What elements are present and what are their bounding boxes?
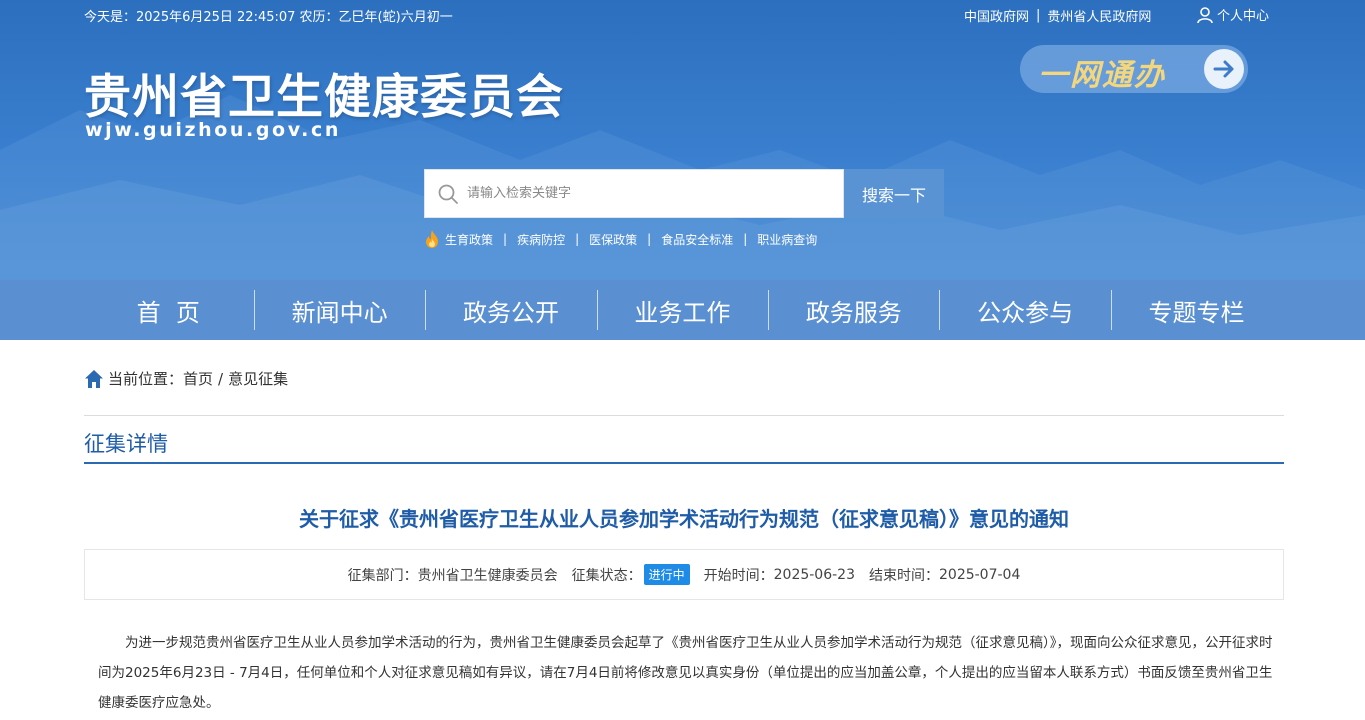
breadcrumb-home[interactable]: 首页: [183, 368, 213, 389]
status-badge: 进行中: [643, 564, 690, 585]
user-icon: [1197, 6, 1213, 23]
yiwangtongban-label: 一网通办: [1038, 58, 1166, 93]
meta-start-label: 开始时间：: [703, 567, 774, 584]
meta-end-label: 结束时间：: [869, 567, 939, 584]
hot-separator: |: [647, 232, 652, 246]
nav-item-special-topics[interactable]: 专题专栏: [1110, 280, 1282, 340]
nav-item-gov-services[interactable]: 政务服务: [768, 280, 939, 340]
arrow-right-icon: [1204, 49, 1244, 89]
search-button[interactable]: 搜索一下: [844, 169, 944, 218]
hot-link-disease-control[interactable]: 疾病防控: [517, 231, 565, 248]
home-icon: [85, 369, 103, 388]
breadcrumb-current[interactable]: 意见征集: [228, 368, 288, 389]
section-divider: [84, 462, 1284, 464]
hot-separator: |: [503, 232, 508, 246]
site-logo-url: wjw.guizhou.gov.cn: [85, 119, 341, 141]
nav-item-home[interactable]: 首 页: [83, 280, 254, 340]
meta-dept-label: 征集部门：: [347, 567, 418, 584]
yiwangtongban-button[interactable]: 一网通办: [1020, 45, 1248, 93]
hot-links: 生育政策 | 疾病防控 | 医保政策 | 食品安全标准 | 职业病查询: [424, 229, 817, 249]
meta-status-label: 征集状态：: [571, 567, 642, 584]
link-guizhou-gov[interactable]: 贵州省人民政府网: [1047, 6, 1151, 25]
meta-end-value: 2025-07-04: [939, 566, 1021, 583]
nav-item-news[interactable]: 新闻中心: [253, 280, 425, 340]
main-nav: 首 页 新闻中心 政务公开 业务工作 政务服务 公众参与 专题专栏: [0, 280, 1365, 340]
article-meta: 征集部门： 贵州省卫生健康委员会 征集状态： 进行中 开始时间： 2025-06…: [84, 549, 1284, 600]
search-icon: [438, 184, 458, 204]
nav-item-business[interactable]: 业务工作: [596, 280, 768, 340]
site-logo-title[interactable]: 贵州省卫生健康委员会: [84, 58, 564, 127]
hot-link-food-safety[interactable]: 食品安全标准: [661, 231, 733, 248]
nav-item-gov-affairs[interactable]: 政务公开: [425, 280, 596, 340]
search-bar: 搜索一下: [424, 169, 944, 218]
divider: [84, 415, 1284, 416]
current-date: 今天是：2025年6月25日 22:45:07 农历：乙巳年(蛇)六月初一: [84, 10, 453, 25]
nav-item-public-participation[interactable]: 公众参与: [939, 280, 1110, 340]
top-bar: 今天是：2025年6月25日 22:45:07 农历：乙巳年(蛇)六月初一 中国…: [84, 6, 1275, 26]
link-gov-cn[interactable]: 中国政府网: [964, 6, 1029, 25]
fire-icon: [426, 230, 438, 248]
hot-link-fertility-policy[interactable]: 生育政策: [445, 231, 493, 248]
meta-dept-value: 贵州省卫生健康委员会: [417, 567, 558, 584]
site-header: 今天是：2025年6月25日 22:45:07 农历：乙巳年(蛇)六月初一 中国…: [0, 0, 1365, 280]
hot-link-occupational-disease[interactable]: 职业病查询: [757, 231, 817, 248]
search-input[interactable]: [467, 178, 827, 209]
section-title: 征集详情: [84, 432, 168, 456]
hot-separator: |: [575, 232, 580, 246]
article-title: 关于征求《贵州省医疗卫生从业人员参加学术活动行为规范（征求意见稿）》意见的通知: [299, 507, 1069, 531]
breadcrumb-prefix: 当前位置：: [108, 370, 184, 388]
nav-items: 首 页 新闻中心 政务公开 业务工作 政务服务 公众参与 专题专栏: [83, 280, 1283, 340]
link-separator: |: [1036, 8, 1041, 23]
breadcrumb: 当前位置： 首页 / 意见征集: [84, 368, 288, 389]
top-links: 中国政府网 | 贵州省人民政府网: [964, 6, 1151, 25]
search-box: [424, 169, 844, 218]
breadcrumb-separator: /: [218, 369, 224, 388]
hot-separator: |: [743, 232, 748, 246]
user-center-link[interactable]: 个人中心: [1196, 5, 1269, 24]
user-center-label: 个人中心: [1217, 9, 1270, 24]
hot-link-medical-insurance[interactable]: 医保政策: [589, 231, 637, 248]
meta-start-value: 2025-06-23: [773, 566, 855, 583]
article-body: 为进一步规范贵州省医疗卫生从业人员参加学术活动的行为，贵州省卫生健康委员会起草了…: [98, 635, 1273, 711]
